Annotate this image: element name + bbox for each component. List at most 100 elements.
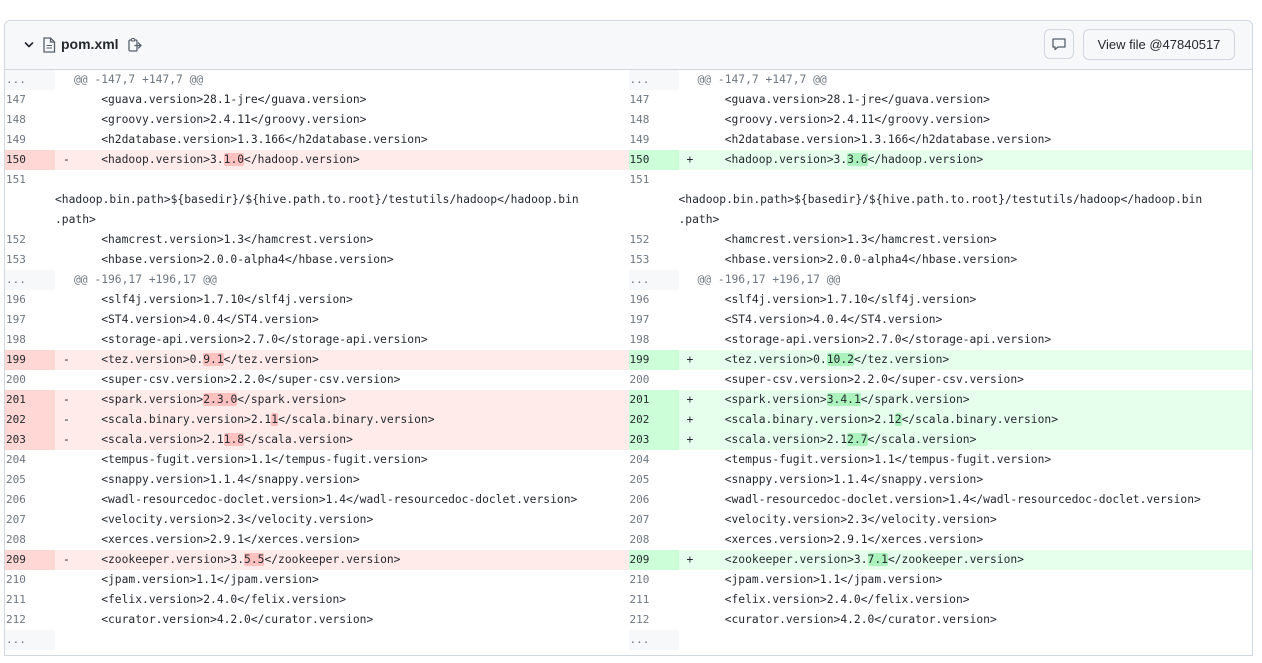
right-side: 204 <tempus-fugit.version>1.1</tempus-fu… bbox=[629, 450, 1253, 470]
diff-row: 205 <snappy.version>1.1.4</snappy.versio… bbox=[5, 470, 1252, 490]
new-line-number[interactable]: 198 bbox=[629, 330, 679, 350]
addition-marker: + bbox=[686, 393, 694, 406]
left-side: 152 <hamcrest.version>1.3</hamcrest.vers… bbox=[5, 230, 629, 250]
comment-button[interactable] bbox=[1044, 29, 1074, 59]
old-line-number[interactable]: 148 bbox=[5, 110, 55, 130]
old-line-number[interactable]: 202 bbox=[5, 410, 55, 430]
new-line-number[interactable]: 209 bbox=[628, 550, 679, 570]
new-line-number[interactable]: 207 bbox=[629, 510, 679, 530]
new-line-number[interactable]: 151 bbox=[629, 170, 679, 230]
diff-row: 210 <jpam.version>1.1</jpam.version> 210 … bbox=[5, 570, 1252, 590]
old-line-number[interactable]: 152 bbox=[5, 230, 55, 250]
new-line-number[interactable]: 197 bbox=[629, 310, 679, 330]
new-line-number[interactable]: 196 bbox=[629, 290, 679, 310]
diff-row: 204 <tempus-fugit.version>1.1</tempus-fu… bbox=[5, 450, 1252, 470]
old-line-number[interactable]: 149 bbox=[5, 130, 55, 150]
old-line-number[interactable]: 151 bbox=[5, 170, 55, 230]
code-line: <hamcrest.version>1.3</hamcrest.version> bbox=[55, 230, 629, 250]
old-line-number[interactable]: 206 bbox=[5, 490, 55, 510]
old-line-number[interactable]: 153 bbox=[5, 250, 55, 270]
code-text: <storage-api.version>2.7.0</storage-api.… bbox=[697, 333, 1052, 346]
old-line-number[interactable]: 209 bbox=[5, 550, 55, 570]
left-side: ... bbox=[5, 630, 629, 650]
added-highlight: 3.6 bbox=[847, 153, 868, 166]
right-side: ... bbox=[628, 630, 1252, 650]
right-side: ... @@ -147,7 +147,7 @@ bbox=[628, 70, 1252, 90]
old-line-number[interactable]: 196 bbox=[5, 290, 55, 310]
new-line-number[interactable]: 203 bbox=[628, 430, 679, 450]
code-line: <curator.version>4.2.0</curator.version> bbox=[679, 610, 1253, 630]
left-side: 203- <scala.version>2.11.8</scala.versio… bbox=[5, 430, 629, 450]
old-line-number[interactable]: 212 bbox=[5, 610, 55, 630]
code-text: .path> bbox=[55, 213, 96, 226]
old-line-number[interactable]: 203 bbox=[5, 430, 55, 450]
new-line-number[interactable]: 199 bbox=[628, 350, 679, 370]
code-text: <slf4j.version>1.7.10</slf4j.version> bbox=[697, 293, 977, 306]
old-line-number[interactable]: 198 bbox=[5, 330, 55, 350]
new-line-number[interactable]: 149 bbox=[629, 130, 679, 150]
new-line-number[interactable]: 200 bbox=[629, 370, 679, 390]
code-text: <felix.version>2.4.0</felix.version> bbox=[74, 593, 347, 606]
copy-path-icon[interactable] bbox=[127, 37, 143, 53]
old-line-number[interactable]: 210 bbox=[5, 570, 55, 590]
old-line-number[interactable]: 199 bbox=[5, 350, 55, 370]
code-line: @@ -147,7 +147,7 @@ bbox=[678, 70, 1252, 90]
new-line-number[interactable]: 201 bbox=[628, 390, 679, 410]
new-line-number[interactable]: 202 bbox=[628, 410, 679, 430]
left-side: 149 <h2database.version>1.3.166</h2datab… bbox=[5, 130, 629, 150]
code-text: <h2database.version>1.3.166</h2database.… bbox=[74, 133, 428, 146]
new-line-number[interactable]: 147 bbox=[629, 90, 679, 110]
new-line-number[interactable]: 210 bbox=[629, 570, 679, 590]
old-line-number[interactable]: 200 bbox=[5, 370, 55, 390]
old-line-number[interactable]: 147 bbox=[5, 90, 55, 110]
new-line-number[interactable]: 208 bbox=[629, 530, 679, 550]
addition-marker: + bbox=[686, 553, 694, 566]
right-side: 211 <felix.version>2.4.0</felix.version> bbox=[629, 590, 1253, 610]
code-text: <hadoop.bin.path>${basedir}/${hive.path.… bbox=[678, 193, 1203, 206]
old-line-number[interactable]: 204 bbox=[5, 450, 55, 470]
old-line-number[interactable]: 208 bbox=[5, 530, 55, 550]
new-line-number[interactable]: 204 bbox=[629, 450, 679, 470]
new-line-number[interactable]: 148 bbox=[629, 110, 679, 130]
old-line-number[interactable]: 207 bbox=[5, 510, 55, 530]
old-line-number[interactable]: 205 bbox=[5, 470, 55, 490]
new-line-number[interactable]: 205 bbox=[629, 470, 679, 490]
new-line-number[interactable]: ... bbox=[628, 70, 679, 90]
code-line: - <zookeeper.version>3.5.5</zookeeper.ve… bbox=[55, 550, 629, 570]
old-line-number[interactable]: ... bbox=[5, 630, 55, 650]
new-line-number[interactable]: 206 bbox=[629, 490, 679, 510]
old-line-number[interactable]: ... bbox=[5, 70, 55, 90]
new-line-number[interactable]: 153 bbox=[629, 250, 679, 270]
code-line: <slf4j.version>1.7.10</slf4j.version> bbox=[55, 290, 629, 310]
old-line-number[interactable]: 150 bbox=[5, 150, 55, 170]
code-text: <xerces.version>2.9.1</xerces.version> bbox=[697, 533, 984, 546]
right-side: 210 <jpam.version>1.1</jpam.version> bbox=[629, 570, 1253, 590]
old-line-number[interactable]: 197 bbox=[5, 310, 55, 330]
new-line-number[interactable]: 150 bbox=[628, 150, 679, 170]
code-line: <xerces.version>2.9.1</xerces.version> bbox=[679, 530, 1253, 550]
new-line-number[interactable]: 211 bbox=[629, 590, 679, 610]
right-side: 152 <hamcrest.version>1.3</hamcrest.vers… bbox=[629, 230, 1253, 250]
left-side: 199- <tez.version>0.9.1</tez.version> bbox=[5, 350, 629, 370]
chevron-down-icon[interactable] bbox=[24, 40, 34, 50]
new-line-number[interactable]: ... bbox=[628, 630, 679, 650]
added-highlight: 3.4.1 bbox=[826, 393, 861, 406]
old-line-number[interactable]: ... bbox=[5, 270, 55, 290]
addition-marker: + bbox=[686, 353, 694, 366]
right-side: 153 <hbase.version>2.0.0-alpha4</hbase.v… bbox=[629, 250, 1253, 270]
code-text: <tez.version>0. bbox=[697, 353, 827, 366]
code-line: <storage-api.version>2.7.0</storage-api.… bbox=[55, 330, 629, 350]
code-text: <scala.version>2.1 bbox=[697, 433, 848, 446]
new-line-number[interactable]: 212 bbox=[629, 610, 679, 630]
old-line-number[interactable]: 211 bbox=[5, 590, 55, 610]
file-name[interactable]: pom.xml bbox=[61, 36, 119, 52]
code-text: <hadoop.version>3. bbox=[697, 153, 848, 166]
code-line: <xerces.version>2.9.1</xerces.version> bbox=[55, 530, 629, 550]
code-line: <groovy.version>2.4.11</groovy.version> bbox=[679, 110, 1253, 130]
code-line: <guava.version>28.1-jre</guava.version> bbox=[55, 90, 629, 110]
diff-row: ... @@ -196,17 +196,17 @@... @@ -196,17 +1… bbox=[5, 270, 1252, 290]
new-line-number[interactable]: ... bbox=[628, 270, 679, 290]
view-file-button[interactable]: View file @47840517 bbox=[1083, 29, 1235, 60]
old-line-number[interactable]: 201 bbox=[5, 390, 55, 410]
new-line-number[interactable]: 152 bbox=[629, 230, 679, 250]
